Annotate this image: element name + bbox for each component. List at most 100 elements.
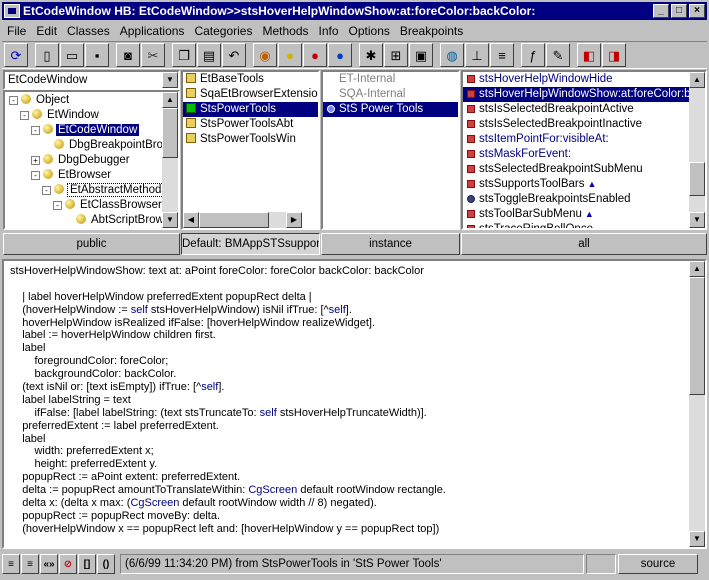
system-menu-icon[interactable] [4,4,20,18]
collapse-icon[interactable]: - [42,186,51,195]
balloon-icon[interactable]: ◉ [253,43,277,67]
method-item[interactable]: stsHoverHelpWindowShow:at:foreColor:back… [463,87,705,102]
scroll-up-icon[interactable]: ▲ [689,72,705,88]
maximize-button[interactable]: □ [671,4,687,18]
method-item[interactable]: stsSupportsToolBars ▲ [463,177,689,192]
refresh-icon[interactable]: ⟳ [4,43,28,67]
method-item[interactable]: stsToolBarSubMenu ▲ [463,207,689,222]
close-button[interactable]: × [689,4,705,18]
tree-node[interactable]: - EtBrowser [31,168,113,183]
window-icon[interactable]: ▣ [409,43,433,67]
list-view-icon[interactable]: ≡ [2,554,20,574]
scope-button[interactable]: instance [321,233,460,255]
menu-applications[interactable]: Applications [115,24,190,38]
application-item[interactable]: StsPowerToolsWin [183,132,318,147]
undo-icon[interactable]: ↶ [222,43,246,67]
menu-breakpoints[interactable]: Breakpoints [395,24,468,38]
document-icon[interactable]: ▯ [35,43,59,67]
cut-icon[interactable]: ✂ [141,43,165,67]
menu-classes[interactable]: Classes [62,24,115,38]
methods-list[interactable]: stsHoverHelpWindowHide stsHoverHelpWindow… [461,70,707,230]
collapse-icon[interactable]: - [20,111,29,120]
class-dropdown[interactable]: EtCodeWindow ▼ [3,70,180,90]
breakpoint-icon[interactable]: ◧ [577,43,601,67]
save-icon[interactable]: ▪ [85,43,109,67]
inspect-icon[interactable]: ✎ [546,43,570,67]
method-item[interactable]: stsHoverHelpWindowHide [463,72,689,87]
scroll-down-icon[interactable]: ▼ [162,212,178,228]
methods-scrollbar[interactable]: ▲ ▼ [689,72,705,228]
scroll-right-icon[interactable]: ▶ [286,212,302,228]
class-tree[interactable]: - Object - EtWindow - EtCodeWindow DbgBreakpoi… [3,90,180,230]
method-item[interactable]: stsSelectedBreakpointSubMenu [463,162,689,177]
camera-icon[interactable]: ◙ [116,43,140,67]
collapse-icon[interactable]: - [31,171,40,180]
tools-icon[interactable]: ✱ [359,43,383,67]
application-item[interactable]: StsPowerTools [183,102,318,117]
blue-balloon-icon[interactable]: ● [328,43,352,67]
method-item[interactable]: stsIsSelectedBreakpointActive [463,102,689,117]
collapse-icon[interactable]: - [31,126,40,135]
method-item[interactable]: stsToggleBreakpointsEnabled [463,192,689,207]
yellow-balloon-icon[interactable]: ● [278,43,302,67]
title-bar[interactable]: EtCodeWindow HB: EtCodeWindow>>stsHoverH… [2,2,707,20]
tree-view-icon[interactable]: ≡ [21,554,39,574]
chevron-down-icon[interactable]: ▼ [162,72,178,88]
collapse-icon[interactable]: - [53,201,62,210]
scroll-up-icon[interactable]: ▲ [162,92,178,108]
menu-info[interactable]: Info [314,24,344,38]
expand-icon[interactable]: + [31,156,40,165]
stop-icon[interactable]: ⊘ [59,554,77,574]
category-item[interactable]: StS Power Tools [323,102,458,117]
tree-node[interactable]: -EtApplicationBrowser [53,228,180,230]
filter-button[interactable]: all [461,233,707,255]
minimize-button[interactable]: _ [653,4,669,18]
tree-node[interactable]: - EtCodeWindow [31,123,140,138]
scroll-thumb[interactable] [162,108,178,158]
menu-options[interactable]: Options [344,24,395,38]
tree-node[interactable]: DbgBreakpointBrowser [42,138,178,153]
tree-node[interactable]: - Object [9,93,71,108]
tree-node[interactable]: - EtWindow [20,108,101,123]
scroll-thumb[interactable] [199,212,269,228]
map-button[interactable]: Default: BMAppSTSsupport [181,233,320,255]
scroll-left-icon[interactable]: ◀ [183,212,199,228]
method-item[interactable]: stsTraceRingBellOnce [463,222,689,228]
red-balloon-icon[interactable]: ● [303,43,327,67]
copy-icon[interactable]: ❐ [172,43,196,67]
code-editor[interactable]: stsHoverHelpWindowShow: text at: aPoint … [2,259,707,549]
paste-icon[interactable]: ▤ [197,43,221,67]
tree-node[interactable]: -EtAbstractMethodsBrowser [42,183,178,198]
menu-categories[interactable]: Categories [189,24,257,38]
categories-list[interactable]: ET-Internal SQA-Internal StS Power Tools [321,70,460,230]
source-button[interactable]: source [618,554,698,574]
applications-list[interactable]: EtBaseTools SqaEtBrowserExtensions StsPowe… [181,70,320,230]
application-item[interactable]: EtBaseTools [183,72,318,87]
function-icon[interactable]: ƒ [521,43,545,67]
scroll-thumb[interactable] [689,162,705,196]
method-item[interactable]: stsIsSelectedBreakpointInactive [463,117,689,132]
scroll-down-icon[interactable]: ▼ [689,531,705,547]
class-tree-scrollbar[interactable]: ▲ ▼ [162,92,178,228]
brackets-icon[interactable]: [] [78,554,96,574]
menu-file[interactable]: File [2,24,31,38]
tree-node[interactable]: + DbgDebugger [31,153,132,168]
open-folder-icon[interactable]: ▭ [60,43,84,67]
menu-methods[interactable]: Methods [257,24,313,38]
quotes-icon[interactable]: «» [40,554,58,574]
category-item[interactable]: ET-Internal [323,72,458,87]
application-item[interactable]: StsPowerToolsAbt [183,117,318,132]
tree-node[interactable]: - EtClassBrowser [53,198,164,213]
code-scrollbar[interactable]: ▲ ▼ [689,261,705,547]
globe-icon[interactable]: ◍ [440,43,464,67]
breakpoint-list-icon[interactable]: ◨ [602,43,626,67]
method-item[interactable]: stsItemPointFor:visibleAt: [463,132,689,147]
tree-icon[interactable]: ⊥ [465,43,489,67]
method-item[interactable]: stsMaskForEvent: [463,147,689,162]
scroll-up-icon[interactable]: ▲ [689,261,705,277]
menu-edit[interactable]: Edit [31,24,62,38]
scroll-down-icon[interactable]: ▼ [689,212,705,228]
parens-icon[interactable]: () [97,554,115,574]
application-item[interactable]: SqaEtBrowserExtensions [183,87,318,102]
scroll-thumb[interactable] [689,277,705,395]
